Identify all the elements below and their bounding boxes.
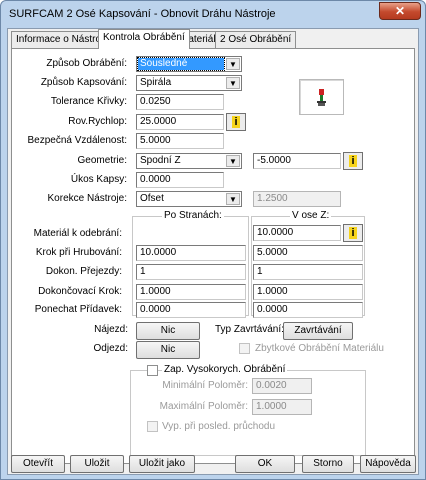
ok-button[interactable]: OK	[235, 455, 295, 473]
najezd-button[interactable]: Nic	[136, 322, 200, 340]
max-polomer-input: 1.0000	[252, 399, 312, 415]
napoveda-button[interactable]: Nápověda	[360, 455, 416, 473]
odjezd-button[interactable]: Nic	[136, 341, 200, 359]
ulozit-jako-button[interactable]: Uložit jako	[129, 455, 195, 473]
min-polomer-label: Minimální Poloměr:	[162, 380, 248, 391]
dropdown-arrow-icon[interactable]: ▼	[226, 77, 240, 89]
dokon-prejezdy-z-input[interactable]: 1	[253, 264, 363, 280]
ukos-kapsy-label: Úkos Kapsy:	[70, 174, 127, 185]
dokoncovaci-krok-z-input[interactable]: 1.0000	[253, 284, 363, 300]
storno-button[interactable]: Storno	[302, 455, 354, 473]
tolerance-krivky-input[interactable]: 0.0250	[136, 94, 224, 110]
dialog-client: Informace o Nástroji Kontrola Obrábění M…	[7, 28, 419, 475]
close-icon[interactable]: ✕	[395, 4, 405, 18]
title-bar[interactable]: SURFCAM 2 Osé Kapsování - Obnovit Dráhu …	[1, 1, 425, 28]
rov-rychlop-label: Rov.Rychlop:	[68, 116, 127, 127]
vysokorych-checkbox[interactable]	[147, 365, 158, 376]
odjezd-label: Odjezd:	[93, 343, 128, 354]
korekce-nastroje-select[interactable]: Ofset ▼	[136, 191, 242, 207]
dropdown-arrow-icon[interactable]: ▼	[226, 155, 240, 167]
v-ose-z-title: V ose Z:	[290, 210, 332, 221]
typ-zavrtavani-button[interactable]: Zavrtávání	[283, 322, 353, 340]
dokoncovaci-krok-label: Dokončovací Krok:	[38, 286, 122, 297]
tool-preview	[299, 79, 344, 115]
krok-pri-hrubovani-label: Krok při Hrubování:	[35, 247, 122, 258]
tab-2-ose-obrabeni[interactable]: 2 Osé Obrábění	[215, 31, 297, 48]
najezd-label: Nájezd:	[94, 324, 128, 335]
tab-informace-o-nastroji[interactable]: Informace o Nástroji	[11, 31, 111, 48]
bezpecna-vzdalenost-input[interactable]: 5.0000	[136, 133, 224, 149]
korekce-nastroje-value: Ofset	[140, 193, 164, 204]
material-k-odebrani-z-input[interactable]: 10.0000	[253, 225, 341, 241]
lightbulb-info-icon: i	[349, 227, 357, 239]
po-stranach-title: Po Stranách:	[162, 210, 224, 221]
dokoncovaci-krok-side-input[interactable]: 1.0000	[136, 284, 246, 300]
vyp-posled-pruchodu-label: Vyp. při posled. průchodu	[162, 421, 276, 432]
zbytkove-obrabeni-checkbox	[239, 343, 250, 354]
max-polomer-label: Maximální Poloměr:	[159, 401, 248, 412]
dropdown-arrow-icon[interactable]: ▼	[226, 58, 240, 70]
ponechat-pridavek-side-input[interactable]: 0.0000	[136, 302, 246, 318]
close-button[interactable]: ✕	[379, 2, 421, 20]
lightbulb-info-icon: i	[349, 155, 357, 167]
tool-preview-icon	[317, 89, 326, 106]
typ-zavrtavani-label: Typ Zavrtávání:	[215, 324, 284, 335]
geometrie-select[interactable]: Spodní Z ▼	[136, 153, 242, 169]
korekce-offset-input: 1.2500	[253, 191, 341, 207]
rov-rychlop-input[interactable]: 25.0000	[136, 114, 224, 130]
rov-rychlop-info-button[interactable]: i	[226, 113, 246, 131]
min-polomer-input: 0.0020	[252, 378, 312, 394]
geometrie-info-button[interactable]: i	[343, 152, 363, 170]
ukos-kapsy-input[interactable]: 0.0000	[136, 172, 224, 188]
bezpecna-vzdalenost-label: Bezpečná Vzdálenost:	[27, 135, 127, 146]
zbytkove-obrabeni-label: Zbytkové Obrábění Materiálu	[255, 343, 384, 354]
vysokorych-label: Zap. Vysokorych. Obrábění	[162, 364, 288, 375]
geometrie-label: Geometrie:	[77, 155, 127, 166]
dokon-prejezdy-label: Dokon. Přejezdy:	[45, 266, 122, 277]
zpusob-obrabeni-select[interactable]: Sousledné ▼	[136, 56, 242, 72]
tab-panel-kontrola-obrabeni: Způsob Obrábění: Sousledné ▼ Způsob Kaps…	[11, 48, 415, 464]
otevrit-button[interactable]: Otevřít	[11, 455, 65, 473]
dropdown-arrow-icon[interactable]: ▼	[226, 193, 240, 205]
material-k-odebrani-info-button[interactable]: i	[343, 224, 363, 242]
zpusob-kapsovani-value: Spirála	[140, 77, 172, 88]
ponechat-pridavek-label: Ponechat Přídavek:	[34, 304, 122, 315]
zpusob-kapsovani-label: Způsob Kapsování:	[40, 77, 127, 88]
krok-pri-hrubovani-side-input[interactable]: 10.0000	[136, 245, 246, 261]
lightbulb-info-icon: i	[232, 116, 240, 128]
krok-pri-hrubovani-z-input[interactable]: 5.0000	[253, 245, 363, 261]
zpusob-kapsovani-select[interactable]: Spirála ▼	[136, 75, 242, 91]
vyp-posled-pruchodu-checkbox	[147, 421, 158, 432]
tab-kontrola-obrabeni[interactable]: Kontrola Obrábění	[98, 29, 190, 49]
zpusob-obrabeni-value: Sousledné	[137, 57, 225, 71]
window-title: SURFCAM 2 Osé Kapsování - Obnovit Dráhu …	[9, 8, 276, 20]
material-k-odebrani-label: Materiál k odebrání:	[33, 228, 122, 239]
dokon-prejezdy-side-input[interactable]: 1	[136, 264, 246, 280]
dialog-window: SURFCAM 2 Osé Kapsování - Obnovit Dráhu …	[0, 0, 426, 480]
korekce-nastroje-label: Korekce Nástroje:	[47, 193, 127, 204]
zpusob-obrabeni-label: Způsob Obrábění:	[46, 58, 127, 69]
ulozit-button[interactable]: Uložit	[70, 455, 124, 473]
tolerance-krivky-label: Tolerance Křivky:	[50, 96, 127, 107]
ponechat-pridavek-z-input[interactable]: 0.0000	[253, 302, 363, 318]
geometrie-value: Spodní Z	[140, 155, 181, 166]
geometrie-z-input[interactable]: -5.0000	[253, 153, 341, 169]
